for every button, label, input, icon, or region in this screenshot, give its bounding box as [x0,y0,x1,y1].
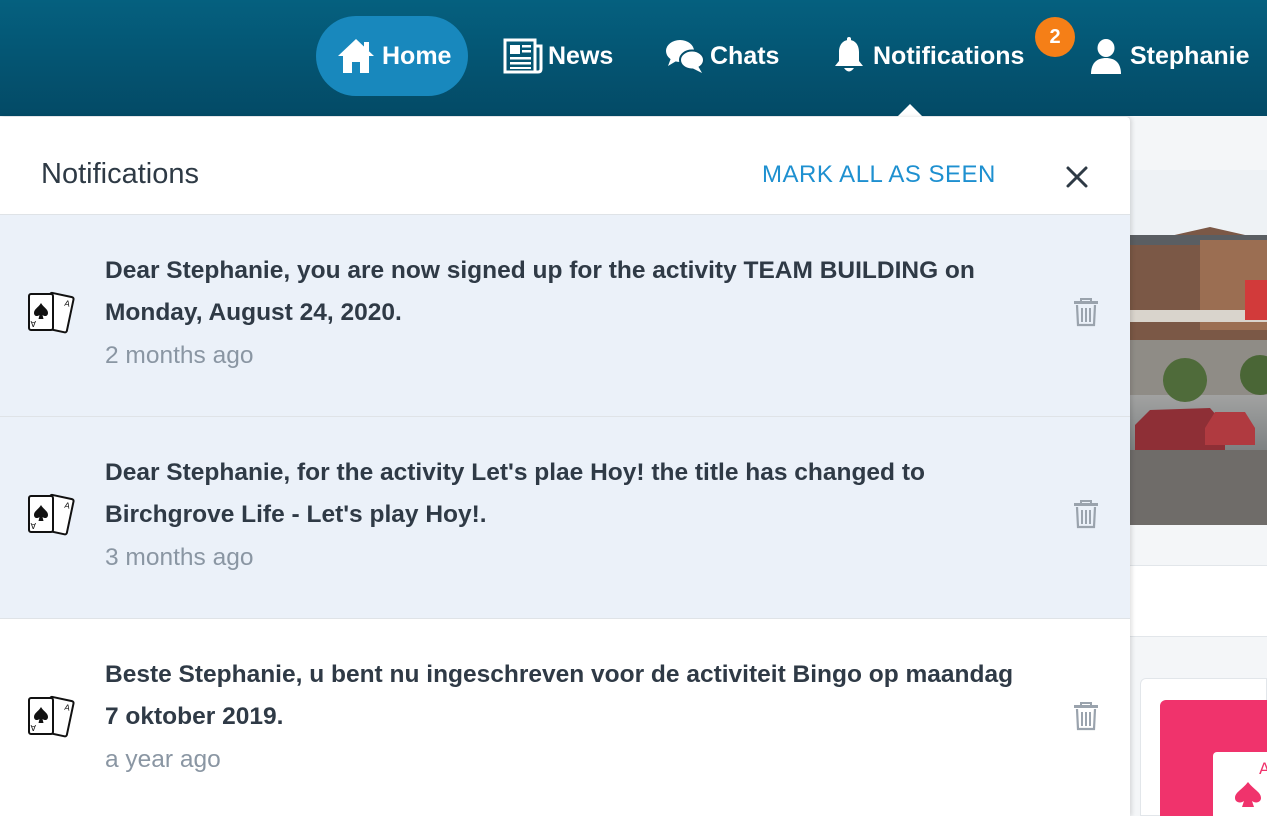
home-icon [336,37,376,75]
dropdown-pointer [897,104,923,117]
notification-count-badge: 2 [1035,17,1075,57]
svg-text:A: A [30,723,36,732]
bell-icon [832,37,866,75]
nav-chats-button[interactable]: Chats [665,16,779,96]
trash-icon[interactable] [1072,499,1100,529]
notifications-list: A A Dear Stephanie, you are now signed up … [0,215,1130,816]
nav-user-button[interactable]: Stephanie [1090,16,1249,96]
notification-item[interactable]: A A Dear Stephanie, for the activity Let's… [0,417,1130,619]
svg-text:A: A [30,521,36,530]
notification-time: 2 months ago [105,342,254,369]
building-photo [1130,170,1267,525]
nav-notifications-button[interactable]: Notifications [832,16,1024,96]
svg-text:A: A [30,319,36,328]
svg-text:A: A [1259,759,1267,778]
notification-message: Dear Stephanie, for the activity Let's p… [105,459,925,528]
nav-home-button[interactable]: Home [316,16,468,96]
notifications-panel: Notifications MARK ALL AS SEEN A A Dear St… [0,117,1130,816]
playing-cards-icon: AA [24,491,76,543]
nav-news-button[interactable]: News [503,16,613,96]
panel-title: Notifications [41,158,199,190]
playing-cards-icon: AA [24,289,76,341]
notification-time: a year ago [105,746,221,773]
nav-news-label: News [548,41,614,70]
notification-time: 3 months ago [105,544,254,571]
nav-home-label: Home [382,41,452,70]
playing-cards-icon: AA [24,693,76,745]
notification-message: Dear Stephanie, you are now signed up fo… [105,257,975,326]
background-card [1130,565,1267,637]
notification-message: Beste Stephanie, u bent nu ingeschreven … [105,661,1014,730]
nav-user-label: Stephanie [1130,41,1250,70]
nav-notifications-label: Notifications [873,41,1025,70]
notification-item[interactable]: A A Beste Stephanie, u bent nu ingeschreve… [0,619,1130,816]
notifications-panel-header: Notifications MARK ALL AS SEEN [0,117,1130,215]
notification-item[interactable]: A A Dear Stephanie, you are now signed up … [0,215,1130,417]
trash-icon[interactable] [1072,701,1100,731]
mark-all-as-seen-button[interactable]: MARK ALL AS SEEN [762,161,996,189]
close-icon[interactable] [1063,163,1091,191]
chat-bubbles-icon [665,38,705,74]
top-navigation-bar: Home News Chats Notifications 2 Stephani… [0,0,1267,116]
user-icon [1090,38,1122,74]
activity-card-face: A [1213,752,1267,816]
nav-chats-label: Chats [710,41,780,70]
trash-icon[interactable] [1072,297,1100,327]
newspaper-icon [503,38,543,74]
